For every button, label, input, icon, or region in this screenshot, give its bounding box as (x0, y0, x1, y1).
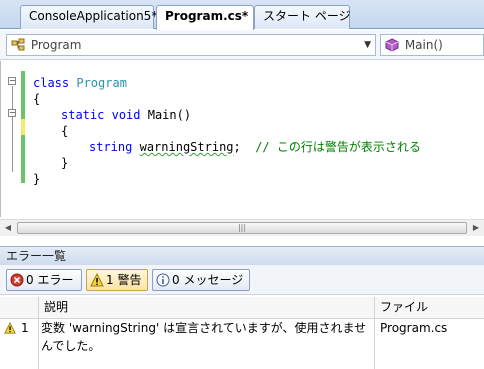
brace: } (33, 172, 41, 186)
row-index: 1 (21, 321, 29, 335)
errors-filter-button[interactable]: 0 エラー (6, 269, 82, 291)
method-icon (385, 38, 399, 52)
code-line-6: } (61, 155, 68, 171)
scrollbar-thumb[interactable]: ||| (17, 222, 467, 234)
collapse-icon[interactable]: − (8, 77, 16, 85)
tab-console-application5[interactable]: ConsoleApplication5* (20, 5, 157, 29)
warnings-filter-label: 1 警告 (106, 273, 142, 287)
code-editor[interactable]: − − class Program { static void Main() {… (0, 61, 484, 217)
keyword-string: string (89, 140, 133, 154)
code-line-5: string warningString; // この行は警告が表示される (89, 139, 421, 155)
code-line-7: } (33, 171, 40, 187)
document-tab-strip: ConsoleApplication5* Program.cs* スタート ペー… (0, 0, 484, 30)
errors-filter-label: 0 エラー (26, 273, 74, 287)
brace: { (61, 124, 69, 138)
member-dropdown[interactable]: Main() (380, 34, 484, 56)
table-row[interactable]: 1 変数 'warningString' は宣言されていますが、使用されませ ん… (0, 320, 484, 360)
keyword-void: void (111, 108, 141, 122)
code-line-1: class Program (33, 75, 127, 91)
warning-icon (4, 321, 16, 339)
messages-filter-button[interactable]: 0 メッセージ (152, 269, 250, 291)
error-list-title: エラー一覧 (0, 246, 484, 265)
semicolon: ; (233, 140, 241, 154)
outline-line (12, 86, 13, 172)
warnings-filter-button[interactable]: 1 警告 (86, 269, 148, 291)
method-name: Main() (147, 108, 192, 122)
warning-icon (90, 272, 104, 287)
code-line-4: { (61, 123, 68, 139)
row-description-line2: んでした。 (41, 339, 101, 353)
navigation-bar: Program ▼ Main() (0, 30, 484, 60)
error-icon (10, 273, 24, 287)
brace: } (61, 156, 69, 170)
member-dropdown-value: Main() (404, 38, 443, 52)
horizontal-scrollbar[interactable]: ◀ ||| ▶ (0, 219, 484, 236)
error-list-header: 説明 ファイル (0, 297, 484, 319)
messages-filter-label: 0 メッセージ (172, 273, 244, 287)
class-icon (11, 38, 25, 52)
row-file: Program.cs (380, 321, 448, 335)
type-program: Program (76, 76, 127, 90)
tab-program-cs[interactable]: Program.cs* (156, 5, 254, 30)
class-dropdown-value: Program (30, 38, 82, 52)
column-header-description[interactable]: 説明 (44, 297, 68, 318)
collapse-icon[interactable]: − (8, 109, 16, 117)
class-dropdown[interactable]: Program ▼ (6, 34, 376, 56)
tab-start-page[interactable]: スタート ページ (254, 5, 351, 29)
keyword-class: class (33, 76, 70, 90)
brace: { (33, 92, 41, 106)
chevron-down-icon: ▼ (364, 40, 371, 50)
code-comment: // この行は警告が表示される (255, 140, 421, 154)
warning-variable[interactable]: warningString (140, 140, 234, 154)
error-list-toolbar: 0 エラー 1 警告 0 メッセージ (0, 265, 484, 295)
code-line-2: { (33, 91, 40, 107)
row-description-line1: 変数 'warningString' は宣言されていますが、使用されませ (41, 321, 367, 335)
change-bar-unsaved (21, 119, 25, 135)
scroll-left-icon[interactable]: ◀ (0, 220, 16, 236)
column-header-file[interactable]: ファイル (380, 297, 428, 318)
code-line-3: static void Main() (61, 107, 191, 123)
keyword-static: static (61, 108, 105, 122)
info-icon (156, 273, 170, 287)
scroll-right-icon[interactable]: ▶ (468, 220, 484, 236)
